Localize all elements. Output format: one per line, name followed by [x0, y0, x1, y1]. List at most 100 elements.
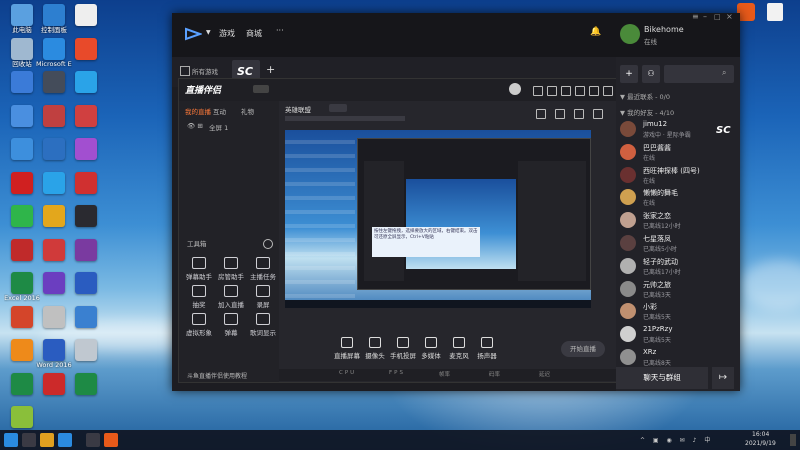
start-button-icon[interactable]: [4, 433, 18, 447]
live-ctl-1-icon[interactable]: [533, 86, 543, 96]
start-live-button[interactable]: 开始直播: [561, 341, 605, 357]
friend-item[interactable]: XRz 已离线8天: [616, 347, 740, 369]
scene-item[interactable]: 全屏 1: [209, 122, 228, 132]
desktop-icon[interactable]: [68, 205, 104, 227]
desktop-icon[interactable]: [4, 305, 40, 328]
add-friend-icon[interactable]: +: [620, 65, 638, 83]
desktop-icon[interactable]: [68, 37, 104, 60]
desktop-icon[interactable]: 控制面板: [36, 4, 72, 34]
desktop-icon[interactable]: [68, 138, 104, 160]
chat-groups-button[interactable]: 聊天与群组: [616, 367, 708, 389]
exit-icon[interactable]: ↦: [712, 367, 734, 389]
system-tray-icons[interactable]: ^ ▣ ◉ ✉ ♪ 中: [640, 435, 713, 444]
desktop-icon[interactable]: [68, 272, 104, 294]
logo-chevron-icon[interactable]: ▼: [206, 29, 211, 36]
friend-item[interactable]: 七星落凤 已离线5小时: [616, 233, 740, 255]
room-ctl-1-icon[interactable]: [536, 109, 546, 119]
search-icon[interactable]: ⌕: [722, 68, 726, 78]
taskbar-app-icon[interactable]: [86, 433, 100, 447]
live-ctl-3-icon[interactable]: [561, 86, 571, 96]
room-ctl-2-icon[interactable]: [555, 109, 565, 119]
tool-item[interactable]: 房管助手: [213, 257, 249, 281]
file-explorer-icon[interactable]: [40, 433, 54, 447]
bell-icon[interactable]: 🔔: [590, 27, 601, 37]
group-recent[interactable]: ▼ 最近联系 - 0/0: [620, 91, 670, 101]
minimize-icon[interactable]: –: [703, 12, 707, 21]
desktop-icon[interactable]: Excel 2016: [4, 272, 40, 302]
clock-date[interactable]: 2021/9/19: [745, 440, 776, 447]
desktop-icon[interactable]: [36, 238, 72, 261]
live-ctl-6-icon[interactable]: [603, 86, 613, 96]
friend-item[interactable]: 元帅之旅 已离线3天: [616, 279, 740, 301]
taskbar-live-icon[interactable]: [104, 433, 118, 447]
desktop-icon[interactable]: [68, 238, 104, 261]
bottom-control[interactable]: 直播屏幕: [333, 337, 361, 360]
desktop-icon[interactable]: [68, 71, 104, 93]
close-icon[interactable]: ×: [726, 12, 733, 21]
desktop-icon[interactable]: [4, 238, 40, 261]
desktop-icon[interactable]: [4, 372, 40, 395]
desktop-icon[interactable]: [36, 71, 72, 93]
desktop-icon[interactable]: Word 2016: [36, 339, 72, 369]
tool-item[interactable]: 虚拟形象: [181, 313, 217, 337]
menu-icon[interactable]: ≡: [692, 12, 699, 21]
friend-item[interactable]: 张家之恋 已离线12小时: [616, 210, 740, 232]
friend-item[interactable]: 21PzRzy 已离线5天: [616, 324, 740, 346]
desktop-icon[interactable]: [4, 171, 40, 194]
desktop-icon[interactable]: [4, 406, 40, 428]
tool-item[interactable]: 加入直播: [213, 285, 249, 309]
desktop-icon[interactable]: [36, 104, 72, 127]
live-tab[interactable]: 礼物: [241, 106, 254, 116]
room-title[interactable]: 英雄联盟: [285, 104, 311, 114]
desktop-icon[interactable]: Microsoft Edge: [36, 37, 72, 68]
desktop-icon[interactable]: [36, 305, 72, 328]
desktop-icon[interactable]: [4, 71, 40, 93]
tool-item[interactable]: 主播任务: [245, 257, 281, 281]
grid-icon[interactable]: [180, 66, 190, 76]
tool-item[interactable]: 弹幕助手: [181, 257, 217, 281]
room-ctl-3-icon[interactable]: [574, 109, 584, 119]
tool-item[interactable]: 歌词显示: [245, 313, 281, 337]
notification-icon[interactable]: [790, 434, 796, 446]
scene-icon[interactable]: 👁 ⊞: [187, 122, 203, 130]
friend-item[interactable]: 西旺神探棒 (四号) 在线: [616, 165, 740, 187]
room-edit-button[interactable]: [329, 104, 347, 112]
bottom-control[interactable]: 手机投屏: [389, 337, 417, 360]
edge-icon[interactable]: [58, 433, 72, 447]
tool-item[interactable]: 弹幕: [213, 313, 249, 337]
nav-game[interactable]: 游戏: [219, 28, 235, 39]
bottom-control[interactable]: 扬声器: [473, 337, 501, 360]
bottom-control[interactable]: 麦克风: [445, 337, 473, 360]
desktop-icon[interactable]: [68, 305, 104, 328]
friend-item[interactable]: 懒懒的舞毛 在线: [616, 187, 740, 209]
desktop-icon[interactable]: [36, 372, 72, 395]
desktop-icon[interactable]: [68, 4, 104, 26]
desktop-icon[interactable]: [68, 104, 104, 127]
live-ctl-2-icon[interactable]: [547, 86, 557, 96]
desktop-icon[interactable]: 回收站: [4, 37, 40, 68]
bottom-control[interactable]: 摄像头: [361, 337, 389, 360]
live-ctl-4-icon[interactable]: [575, 86, 585, 96]
tool-item[interactable]: 录屏: [245, 285, 281, 309]
friend-search-input[interactable]: ⌕: [664, 65, 734, 83]
bottom-control[interactable]: 多媒体: [417, 337, 445, 360]
room-ctl-4-icon[interactable]: [593, 109, 603, 119]
maximize-icon[interactable]: □: [714, 13, 721, 21]
toolbox-more-icon[interactable]: [263, 239, 273, 249]
live-avatar[interactable]: [509, 83, 521, 95]
user-avatar[interactable]: [620, 24, 640, 44]
desktop-icon[interactable]: [36, 205, 72, 227]
desktop-icon[interactable]: [68, 171, 104, 194]
friend-item[interactable]: 小彩 已离线5天: [616, 301, 740, 323]
nav-more[interactable]: ···: [276, 26, 284, 35]
desktop-icon[interactable]: [4, 339, 40, 361]
group-friends[interactable]: ▼ 我的好友 - 4/10: [620, 107, 674, 117]
clock-time[interactable]: 16:04: [752, 431, 769, 438]
desktop-icon[interactable]: [68, 339, 104, 361]
task-view-icon[interactable]: [22, 433, 36, 447]
friend-item[interactable]: 轻子的武动 已离线17小时: [616, 256, 740, 278]
nav-mall[interactable]: 商城: [246, 28, 262, 39]
live-tab[interactable]: 我的直播: [185, 106, 211, 116]
tutorial-link[interactable]: 斗鱼直播伴侣使用教程: [187, 371, 247, 380]
tool-item[interactable]: 抽奖: [181, 285, 217, 309]
